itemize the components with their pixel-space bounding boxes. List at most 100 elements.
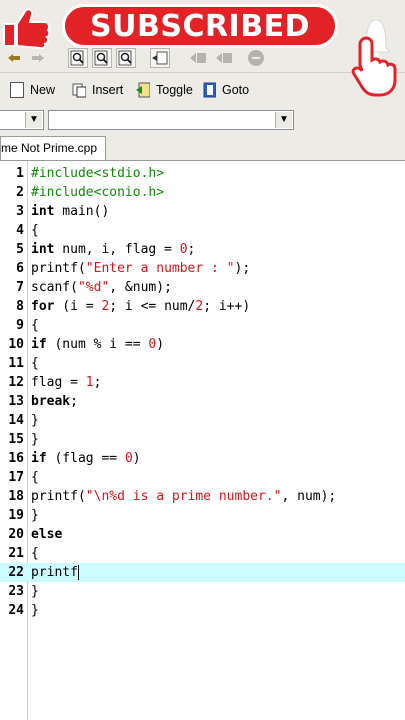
code-line[interactable]: 21 { bbox=[0, 544, 405, 563]
code-line[interactable]: 14} bbox=[0, 411, 405, 430]
line-number: 19 bbox=[8, 508, 24, 523]
code-line[interactable]: 10 if (num % i == 0) bbox=[0, 335, 405, 354]
line-number: 3 bbox=[16, 204, 24, 219]
code-text: flag = 1; bbox=[31, 375, 102, 390]
goto-line-button[interactable] bbox=[150, 48, 170, 68]
class-combo[interactable]: ▼ bbox=[0, 110, 44, 130]
toolbar-secondary: New Insert Toggle Goto bbox=[0, 76, 405, 104]
code-line[interactable]: 11 { bbox=[0, 354, 405, 373]
file-tabs: me Not Prime.cpp bbox=[0, 134, 405, 161]
file-tab[interactable]: me Not Prime.cpp bbox=[0, 136, 107, 160]
code-line[interactable]: 12 flag = 1; bbox=[0, 373, 405, 392]
line-number: 23 bbox=[8, 584, 24, 599]
code-text: scanf("%d", &num); bbox=[31, 280, 172, 295]
code-text: { bbox=[31, 546, 39, 561]
stop-icon bbox=[248, 50, 264, 66]
undo-button[interactable] bbox=[4, 48, 24, 68]
redo-button[interactable] bbox=[28, 48, 48, 68]
code-line[interactable]: 9{ bbox=[0, 316, 405, 335]
toolbar-main bbox=[0, 44, 405, 73]
code-line[interactable]: 5 int num, i, flag = 0; bbox=[0, 240, 405, 259]
line-number: 17 bbox=[8, 470, 24, 485]
line-number: 1 bbox=[16, 166, 24, 181]
line-number: 9 bbox=[16, 318, 24, 333]
member-combo[interactable]: ▼ bbox=[48, 110, 294, 130]
code-line[interactable]: 7 scanf("%d", &num); bbox=[0, 278, 405, 297]
code-text: } bbox=[31, 603, 39, 618]
code-text: int main() bbox=[31, 204, 110, 219]
code-line[interactable]: 1 #include<stdio.h> bbox=[0, 164, 405, 183]
code-text: #include<stdio.h> bbox=[31, 166, 165, 181]
code-line[interactable]: 6 printf("Enter a number : "); bbox=[0, 259, 405, 278]
dropdown-arrow-icon[interactable]: ▼ bbox=[275, 112, 292, 128]
goto-bookmark-button[interactable]: Goto bbox=[202, 80, 249, 100]
code-line[interactable]: 4{ bbox=[0, 221, 405, 240]
code-line[interactable]: 19} bbox=[0, 506, 405, 525]
stop-button[interactable] bbox=[246, 48, 266, 68]
line-number: 20 bbox=[8, 527, 24, 542]
code-text: break; bbox=[31, 394, 78, 409]
code-text: } bbox=[31, 584, 39, 599]
code-line[interactable]: 2 #include<conio.h> bbox=[0, 183, 405, 202]
code-text: { bbox=[31, 470, 39, 485]
dropdown-arrow-icon[interactable]: ▼ bbox=[25, 112, 42, 128]
code-text: for (i = 2; i <= num/2; i++) bbox=[31, 299, 251, 314]
code-text: else bbox=[31, 527, 63, 542]
bookmark-prev-button[interactable] bbox=[188, 48, 208, 68]
new-button[interactable]: New bbox=[10, 80, 55, 100]
code-line[interactable]: 20 else bbox=[0, 525, 405, 544]
toggle-label: Toggle bbox=[156, 83, 193, 97]
line-number: 8 bbox=[16, 299, 24, 314]
insert-button[interactable]: Insert bbox=[72, 80, 123, 100]
toggle-bookmark-button[interactable]: Toggle bbox=[136, 80, 193, 100]
new-file-icon bbox=[10, 82, 24, 98]
line-number: 14 bbox=[8, 413, 24, 428]
code-text: if (flag == 0) bbox=[31, 451, 141, 466]
line-number: 11 bbox=[8, 356, 24, 371]
bookmark-next-button[interactable] bbox=[214, 48, 234, 68]
code-text: { bbox=[31, 356, 39, 371]
bookmark-icon bbox=[216, 53, 232, 63]
line-number: 6 bbox=[16, 261, 24, 276]
code-text: printf("\n%d is a prime number.", num); bbox=[31, 489, 337, 504]
code-line[interactable]: 13 break; bbox=[0, 392, 405, 411]
line-number: 21 bbox=[8, 546, 24, 561]
code-text: } bbox=[31, 413, 39, 428]
redo-icon bbox=[32, 54, 44, 62]
code-editor[interactable]: 1 #include<stdio.h> 2 #include<conio.h> 3 int… bbox=[0, 161, 405, 720]
code-line[interactable]: 24} bbox=[0, 601, 405, 620]
find-icon bbox=[70, 50, 84, 66]
line-number: 24 bbox=[8, 603, 24, 618]
line-number: 16 bbox=[8, 451, 24, 466]
code-text: printf("Enter a number : "); bbox=[31, 261, 251, 276]
new-label: New bbox=[30, 83, 56, 97]
subscribed-button[interactable]: SUBSCRIBED bbox=[62, 4, 338, 48]
code-line[interactable]: 15} bbox=[0, 430, 405, 449]
code-line[interactable]: 3 int main() bbox=[0, 202, 405, 221]
text-cursor bbox=[77, 565, 79, 580]
code-text: int num, i, flag = 0; bbox=[31, 242, 196, 257]
goto-line-icon bbox=[152, 51, 168, 65]
subscribed-label: SUBSCRIBED bbox=[90, 8, 310, 44]
line-number: 13 bbox=[8, 394, 24, 409]
find-next-button[interactable] bbox=[116, 48, 136, 68]
code-line[interactable]: 18 printf("\n%d is a prime number.", num)… bbox=[0, 487, 405, 506]
code-text: } bbox=[31, 432, 39, 447]
code-line[interactable]: 16 if (flag == 0) bbox=[0, 449, 405, 468]
code-text: } bbox=[31, 508, 39, 523]
code-line[interactable]: 22 printf bbox=[0, 563, 405, 582]
code-line[interactable]: 23} bbox=[0, 582, 405, 601]
code-text: if (num % i == 0) bbox=[31, 337, 165, 352]
code-text: #include<conio.h> bbox=[31, 185, 165, 200]
line-number: 7 bbox=[16, 280, 24, 295]
bookmark-icon bbox=[190, 53, 206, 63]
find-button[interactable] bbox=[68, 48, 88, 68]
line-number: 2 bbox=[16, 185, 24, 200]
goto-label: Goto bbox=[222, 83, 250, 97]
code-line[interactable]: 8 for (i = 2; i <= num/2; i++) bbox=[0, 297, 405, 316]
replace-button[interactable] bbox=[92, 48, 112, 68]
code-text: { bbox=[31, 318, 39, 333]
code-line[interactable]: 17 { bbox=[0, 468, 405, 487]
undo-icon bbox=[8, 54, 20, 62]
goto-icon bbox=[203, 82, 216, 98]
